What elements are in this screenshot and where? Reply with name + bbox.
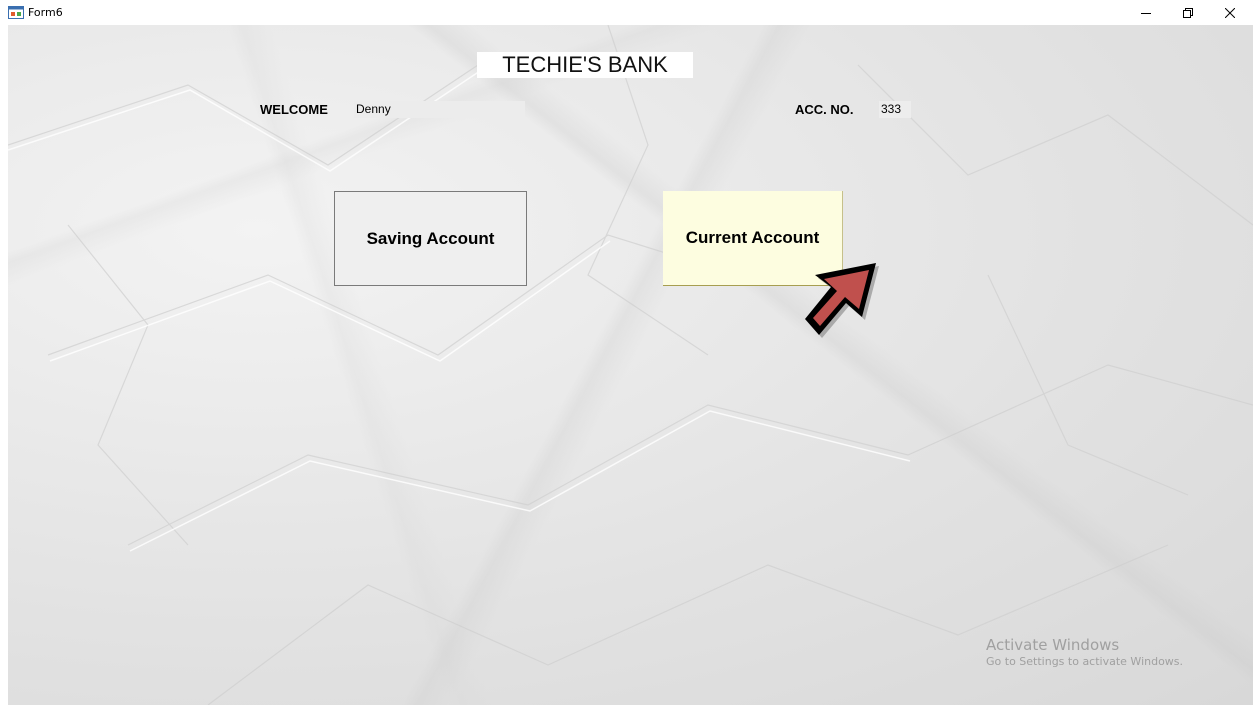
arrow-pointer-icon xyxy=(805,263,879,338)
paper-texture xyxy=(8,25,1253,705)
form-client-area: TECHIE'S BANK WELCOME Denny ACC. NO. 333… xyxy=(8,25,1253,705)
saving-account-button[interactable]: Saving Account xyxy=(334,191,527,286)
close-button[interactable] xyxy=(1208,0,1252,25)
account-number-value: 333 xyxy=(879,101,911,118)
customer-name-field: Denny xyxy=(354,101,525,118)
close-icon xyxy=(1225,7,1235,18)
account-number-label: ACC. NO. xyxy=(795,102,854,117)
activate-windows-subtitle: Go to Settings to activate Windows. xyxy=(986,655,1184,668)
restore-icon xyxy=(1183,7,1193,18)
welcome-label: WELCOME xyxy=(260,102,328,117)
form-window-icon xyxy=(8,6,24,19)
title-bar: Form6 xyxy=(0,0,1253,25)
activate-windows-title: Activate Windows xyxy=(986,636,1120,654)
bank-title: TECHIE'S BANK xyxy=(477,52,693,78)
minimize-icon xyxy=(1141,12,1151,14)
restore-button[interactable] xyxy=(1166,0,1210,25)
window-title: Form6 xyxy=(28,6,63,19)
activate-windows-watermark: Activate Windows Go to Settings to activ… xyxy=(986,635,1183,669)
minimize-button[interactable] xyxy=(1124,0,1168,25)
